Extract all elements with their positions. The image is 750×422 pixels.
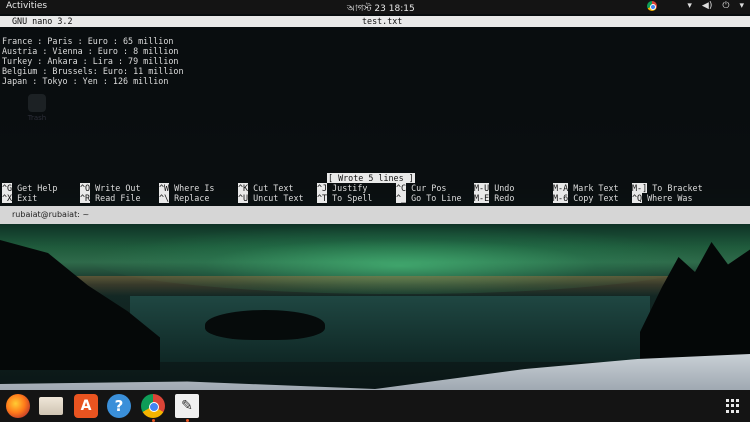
- shortcut-get-help[interactable]: ^G Get Help: [2, 183, 57, 193]
- shortcut-key: ^G: [2, 183, 13, 193]
- shortcut-key: ^T: [317, 193, 328, 203]
- shortcut-label: Uncut Text: [253, 193, 304, 203]
- shortcut-key: M-]: [632, 183, 648, 193]
- shortcut-key: ^X: [2, 193, 13, 203]
- shortcut-label: Justify: [332, 183, 368, 193]
- shortcut-key: M-E: [474, 193, 490, 203]
- shortcut-justify[interactable]: ^J Justify: [317, 183, 367, 193]
- shortcut-mark-text[interactable]: M-A Mark Text: [553, 183, 619, 193]
- shortcut-label: Exit: [17, 193, 38, 203]
- shortcut-label: Get Help: [17, 183, 58, 193]
- nano-editor[interactable]: GNU nano 3.2 test.txt France : Paris : E…: [0, 14, 750, 206]
- shortcut-key: ^C: [396, 183, 407, 193]
- power-icon[interactable]: ⏻: [722, 1, 729, 11]
- shortcut-label: To Spell: [332, 193, 373, 203]
- shortcut-label: Redo: [494, 193, 515, 203]
- system-tray[interactable]: ▾ ◀) ⏻ ▾: [647, 1, 744, 11]
- network-wifi-icon[interactable]: ▾: [687, 1, 692, 11]
- shortcut-to-spell[interactable]: ^T To Spell: [317, 193, 372, 203]
- text-editor-icon[interactable]: ✎: [175, 394, 199, 418]
- firefox-icon[interactable]: [6, 394, 30, 418]
- shortcut-cur-pos[interactable]: ^C Cur Pos: [396, 183, 446, 193]
- terminal-window[interactable]: Trash GNU nano 3.2 test.txt France : Par…: [0, 14, 750, 224]
- shortcut-key: ^R: [80, 193, 91, 203]
- shortcut-key: ^Q: [632, 193, 643, 203]
- shortcut-uncut-text[interactable]: ^U Uncut Text: [238, 193, 304, 203]
- shortcut-label: Mark Text: [573, 183, 619, 193]
- nano-version: GNU nano 3.2: [12, 16, 73, 26]
- software-center-icon[interactable]: A: [74, 394, 98, 418]
- file-line[interactable]: Turkey : Ankara : Lira : 79 million: [2, 56, 184, 66]
- terminal-tab[interactable]: rubaiat@rubaiat: ~: [0, 206, 750, 224]
- shortcut-key: M-6: [553, 193, 569, 203]
- shortcut-cut-text[interactable]: ^K Cut Text: [238, 183, 293, 193]
- top-bar: Activities আগস্ট 23 18:15 ▾ ◀) ⏻ ▾: [0, 0, 750, 14]
- nano-status-message: [ Wrote 5 lines ]: [327, 173, 415, 183]
- shortcut-key: ^K: [238, 183, 249, 193]
- shortcut-replace[interactable]: ^\ Replace: [159, 193, 209, 203]
- island: [205, 310, 325, 340]
- file-line[interactable]: Belgium : Brussels: Euro: 11 million: [2, 66, 184, 76]
- shortcut-label: Cur Pos: [411, 183, 447, 193]
- terminal-tab-title: rubaiat@rubaiat: ~: [12, 210, 90, 219]
- file-content[interactable]: France : Paris : Euro : 65 million Austr…: [2, 36, 184, 86]
- chrome-icon[interactable]: [647, 1, 658, 11]
- shortcut-key: ^J: [317, 183, 328, 193]
- file-line[interactable]: Japan : Tokyo : Yen : 126 million: [2, 76, 184, 86]
- nano-shortcut-bar: ^G Get Help ^O Write Out ^W Where Is ^K …: [2, 183, 748, 203]
- shortcut-label: Where Was: [647, 193, 693, 203]
- files-icon[interactable]: [39, 397, 63, 415]
- shortcut-label: Undo: [494, 183, 515, 193]
- shortcut-write-out[interactable]: ^O Write Out: [80, 183, 141, 193]
- nano-filename: test.txt: [362, 16, 403, 26]
- shortcut-redo[interactable]: M-E Redo: [474, 193, 514, 203]
- activities-button[interactable]: Activities: [6, 1, 47, 11]
- menu-arrow-icon[interactable]: ▾: [739, 1, 744, 11]
- file-line[interactable]: Austria : Vienna : Euro : 8 million: [2, 46, 184, 56]
- shortcut-label: Where Is: [174, 183, 215, 193]
- shortcut-label: To Bracket: [652, 183, 703, 193]
- shortcut-key: ^\: [159, 193, 170, 203]
- shortcut-label: Replace: [174, 193, 210, 203]
- dock: A ? ✎: [0, 390, 750, 422]
- shortcut-key: M-U: [474, 183, 490, 193]
- shortcut-to-bracket[interactable]: M-] To Bracket: [632, 183, 703, 193]
- shortcut-key: ^W: [159, 183, 170, 193]
- shortcut-key: ^U: [238, 193, 249, 203]
- shortcut-key: ^_: [396, 193, 407, 203]
- shortcut-key: M-A: [553, 183, 569, 193]
- show-applications-icon[interactable]: [726, 399, 740, 413]
- shortcut-where-is[interactable]: ^W Where Is: [159, 183, 214, 193]
- shortcut-copy-text[interactable]: M-6 Copy Text: [553, 193, 619, 203]
- shortcut-exit[interactable]: ^X Exit: [2, 193, 37, 203]
- shortcut-label: Write Out: [95, 183, 141, 193]
- chrome-icon[interactable]: [141, 394, 165, 418]
- shortcut-label: Copy Text: [573, 193, 619, 203]
- shortcut-label: Go To Line: [411, 193, 462, 203]
- shortcut-label: Read File: [95, 193, 141, 203]
- help-icon[interactable]: ?: [107, 394, 131, 418]
- shortcut-label: Cut Text: [253, 183, 294, 193]
- shortcut-read-file[interactable]: ^R Read File: [80, 193, 141, 203]
- shortcut-where-was[interactable]: ^Q Where Was: [632, 193, 693, 203]
- file-line[interactable]: France : Paris : Euro : 65 million: [2, 36, 184, 46]
- shortcut-undo[interactable]: M-U Undo: [474, 183, 514, 193]
- volume-icon[interactable]: ◀): [702, 1, 712, 11]
- shortcut-key: ^O: [80, 183, 91, 193]
- horizon-glow: [0, 276, 750, 296]
- nano-title-bar: GNU nano 3.2 test.txt: [0, 16, 750, 27]
- shortcut-go-to-line[interactable]: ^_ Go To Line: [396, 193, 462, 203]
